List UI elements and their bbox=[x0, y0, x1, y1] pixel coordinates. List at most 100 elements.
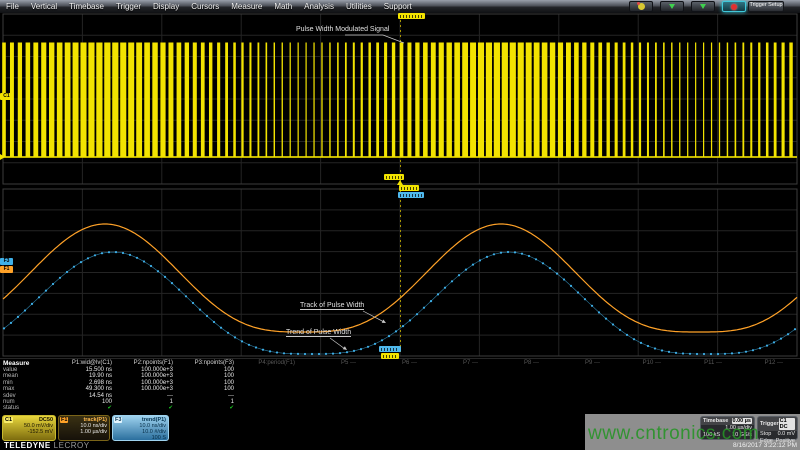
measure-cell: ✔ bbox=[162, 405, 234, 411]
annotation-leader-pwm bbox=[345, 35, 404, 43]
trigger-source-chip: C1 DC bbox=[779, 418, 795, 430]
trigger-box[interactable]: Trigger C1 DC Stop 0.0 mV Edge Positive bbox=[757, 416, 798, 440]
f3-trend-point bbox=[31, 303, 33, 305]
f3-trend-point bbox=[206, 315, 208, 317]
channel-descriptor-c1[interactable]: C1 DC50 50.0 mV/div -152.5 mV bbox=[2, 415, 56, 441]
f3-trend-point bbox=[353, 350, 355, 352]
channel-descriptor-f3[interactable]: F3 trend(P1) 10.0 ns/div 10.0 #/div 100 … bbox=[112, 415, 169, 441]
menu-item-utilities[interactable]: Utilities bbox=[340, 0, 378, 13]
c1-label: C1 bbox=[4, 417, 13, 423]
f3-trend-point bbox=[591, 305, 593, 307]
f3-trend-point bbox=[262, 349, 264, 351]
f3-trend-point bbox=[598, 311, 600, 313]
f3-trend-point bbox=[311, 353, 313, 355]
cursor-badge-3[interactable] bbox=[398, 192, 424, 198]
menu-item-vertical[interactable]: Vertical bbox=[25, 0, 63, 13]
f3-trend-point bbox=[171, 282, 173, 284]
f3-trend-point bbox=[17, 316, 19, 318]
f3-trend-point bbox=[689, 353, 691, 355]
f3-trend-point bbox=[710, 353, 712, 355]
menu-item-analysis[interactable]: Analysis bbox=[298, 0, 340, 13]
f3-trend-point bbox=[318, 353, 320, 355]
menu-item-display[interactable]: Display bbox=[147, 0, 185, 13]
measure-header-p12[interactable]: P12 --- bbox=[711, 360, 783, 366]
f3-trend-point bbox=[241, 340, 243, 342]
channel-descriptor-f1[interactable]: F1 track(P1) 10.0 ns/div 1.00 µs/div bbox=[58, 415, 110, 441]
f3-trend-point bbox=[528, 255, 530, 257]
f3-zero-marker[interactable]: F3 bbox=[0, 258, 13, 265]
f3-trend-point bbox=[430, 300, 432, 302]
f3-trend-point bbox=[479, 259, 481, 261]
f1-scale-2: 1.00 µs/div bbox=[59, 429, 109, 435]
f3-trend-point bbox=[773, 341, 775, 343]
f3-trend-point bbox=[52, 283, 54, 285]
f3-trend-point bbox=[766, 345, 768, 347]
f3-trend-point bbox=[381, 339, 383, 341]
measure-table: Measure valuemeanminmaxsdevnumstatusP1:w… bbox=[0, 358, 800, 413]
f3-trend-point bbox=[136, 257, 138, 259]
f1-zero-marker[interactable]: F1 bbox=[0, 266, 13, 273]
f3-label: F3 bbox=[114, 417, 122, 423]
f3-trend-point bbox=[178, 289, 180, 291]
measure-row-label: num bbox=[3, 399, 15, 405]
menu-item-measure[interactable]: Measure bbox=[225, 0, 268, 13]
f3-trend-point bbox=[220, 327, 222, 329]
f3-trend-point bbox=[24, 309, 26, 311]
f3-trend-point bbox=[647, 345, 649, 347]
menu-item-file[interactable]: File bbox=[0, 0, 25, 13]
save-waveform-button[interactable] bbox=[660, 1, 684, 12]
f3-trend-point bbox=[724, 353, 726, 355]
f3-trend-point bbox=[269, 350, 271, 352]
cursor-badge-4[interactable] bbox=[379, 346, 401, 352]
measure-row-label: value bbox=[3, 367, 17, 373]
f3-trend-point bbox=[360, 348, 362, 350]
menu-item-support[interactable]: Support bbox=[378, 0, 418, 13]
f3-trend-point bbox=[731, 352, 733, 354]
f3-trend-point bbox=[577, 291, 579, 293]
f3-trend-point bbox=[605, 318, 607, 320]
measure-cell: 100 bbox=[162, 386, 234, 392]
f3-trend-point bbox=[703, 353, 705, 355]
menu-items: FileVerticalTimebaseTriggerDisplayCursor… bbox=[0, 0, 418, 13]
f3-trend-point bbox=[346, 351, 348, 353]
recall-waveform-button[interactable] bbox=[691, 1, 715, 12]
f3-trend-point bbox=[626, 334, 628, 336]
f3-trend-point bbox=[45, 290, 47, 292]
f3-trend-point bbox=[304, 353, 306, 355]
toolbar bbox=[629, 1, 746, 12]
record-icon bbox=[731, 4, 737, 10]
f3-trend-point bbox=[157, 270, 159, 272]
f3-trend-point bbox=[94, 254, 96, 256]
f3-trend-point bbox=[283, 352, 285, 354]
brand-logo: TELEDYNELECROY bbox=[4, 441, 90, 450]
f3-trend-point bbox=[367, 346, 369, 348]
f3-trend-point bbox=[234, 336, 236, 338]
trigger-time-badge[interactable] bbox=[398, 13, 425, 19]
f3-trend-point bbox=[661, 349, 663, 351]
f3-trend-point bbox=[752, 349, 754, 351]
f3-trend-point bbox=[150, 265, 152, 267]
menu-item-math[interactable]: Math bbox=[268, 0, 298, 13]
cursor-badge-2[interactable] bbox=[399, 185, 419, 191]
f3-trend-point bbox=[325, 353, 327, 355]
f3-trend-point bbox=[682, 352, 684, 354]
f3-trend-point bbox=[416, 313, 418, 315]
trigger-setup-button[interactable]: Trigger Setup bbox=[748, 1, 784, 12]
auto-setup-button[interactable] bbox=[629, 1, 653, 12]
c1-offset: -152.5 mV bbox=[3, 429, 55, 435]
menu-item-timebase[interactable]: Timebase bbox=[63, 0, 110, 13]
f3-trend-point bbox=[227, 332, 229, 334]
measure-cell: 100 bbox=[162, 367, 234, 373]
f3-trend-point bbox=[619, 329, 621, 331]
menu-item-cursors[interactable]: Cursors bbox=[185, 0, 225, 13]
c1-zero-marker[interactable]: C1 bbox=[0, 93, 13, 100]
brand-lecroy: LECROY bbox=[54, 441, 90, 450]
menu-item-trigger[interactable]: Trigger bbox=[110, 0, 147, 13]
f3-trend-point bbox=[759, 347, 761, 349]
auto-setup-icon bbox=[638, 3, 645, 10]
record-stop-button[interactable] bbox=[722, 1, 746, 12]
f3-trend-point bbox=[444, 287, 446, 289]
f3-trend-point bbox=[500, 252, 502, 254]
cursor-badge-5[interactable] bbox=[381, 353, 399, 359]
f3-trend-point bbox=[794, 328, 796, 330]
